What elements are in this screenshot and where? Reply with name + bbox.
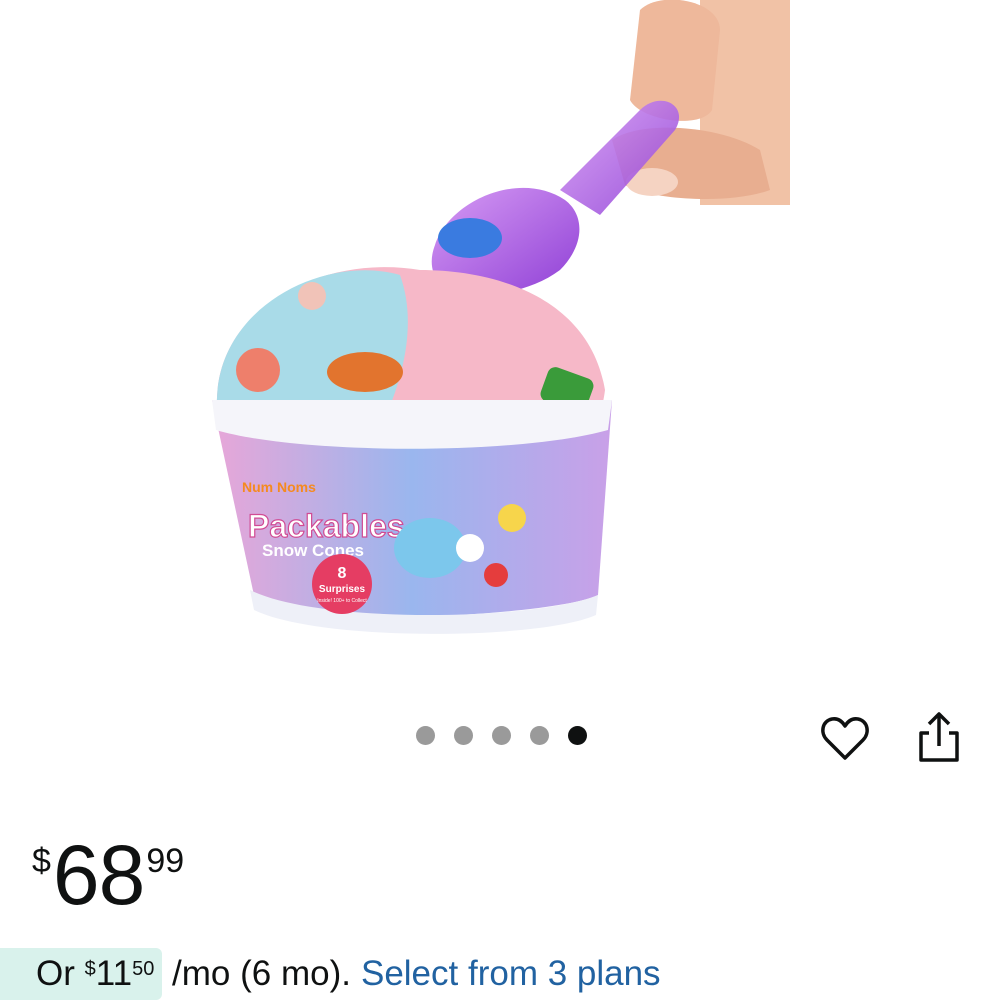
tub-surprise-count: 8 [338, 565, 347, 582]
carousel-dot[interactable] [454, 726, 473, 745]
installment-whole: 11 [95, 954, 133, 993]
installment-fraction: 50 [132, 958, 155, 980]
installment-offer: Or $ 11 50 /mo (6 mo). Select from 3 pla… [0, 948, 661, 1000]
price-whole: 68 [52, 828, 145, 922]
scoop-image [431, 100, 680, 295]
carousel-dot[interactable] [568, 726, 587, 745]
product-image[interactable]: Num Noms Packables Snow Cones 8 Surprise… [0, 0, 1000, 700]
tub-surprise-label: Surprises [319, 584, 366, 595]
carousel-dot[interactable] [530, 726, 549, 745]
installment-prefix: Or [36, 954, 85, 993]
tub-surprise-note: Inside! 100+ to Collect [317, 598, 367, 604]
product-tub: Num Noms Packables Snow Cones 8 Surprise… [212, 400, 612, 634]
installment-currency-symbol: $ [84, 958, 96, 980]
price-fraction: 99 [146, 842, 185, 880]
price-currency-symbol: $ [32, 842, 51, 880]
select-plans-link[interactable]: Select from 3 plans [361, 954, 661, 994]
hand-image [612, 0, 790, 205]
tub-brand-text: Num Noms [242, 479, 316, 495]
image-carousel-dots [416, 726, 587, 745]
wishlist-button[interactable] [818, 712, 872, 766]
heart-icon [821, 717, 869, 760]
installment-suffix: /mo (6 mo). [162, 954, 351, 993]
carousel-dot[interactable] [416, 726, 435, 745]
installment-amount-highlight: Or $ 11 50 [0, 948, 163, 1000]
share-icon [919, 712, 959, 762]
product-price: $ 68 99 [32, 830, 184, 920]
tub-title-text: Packables [248, 508, 405, 544]
share-button[interactable] [912, 708, 966, 766]
carousel-dot[interactable] [492, 726, 511, 745]
